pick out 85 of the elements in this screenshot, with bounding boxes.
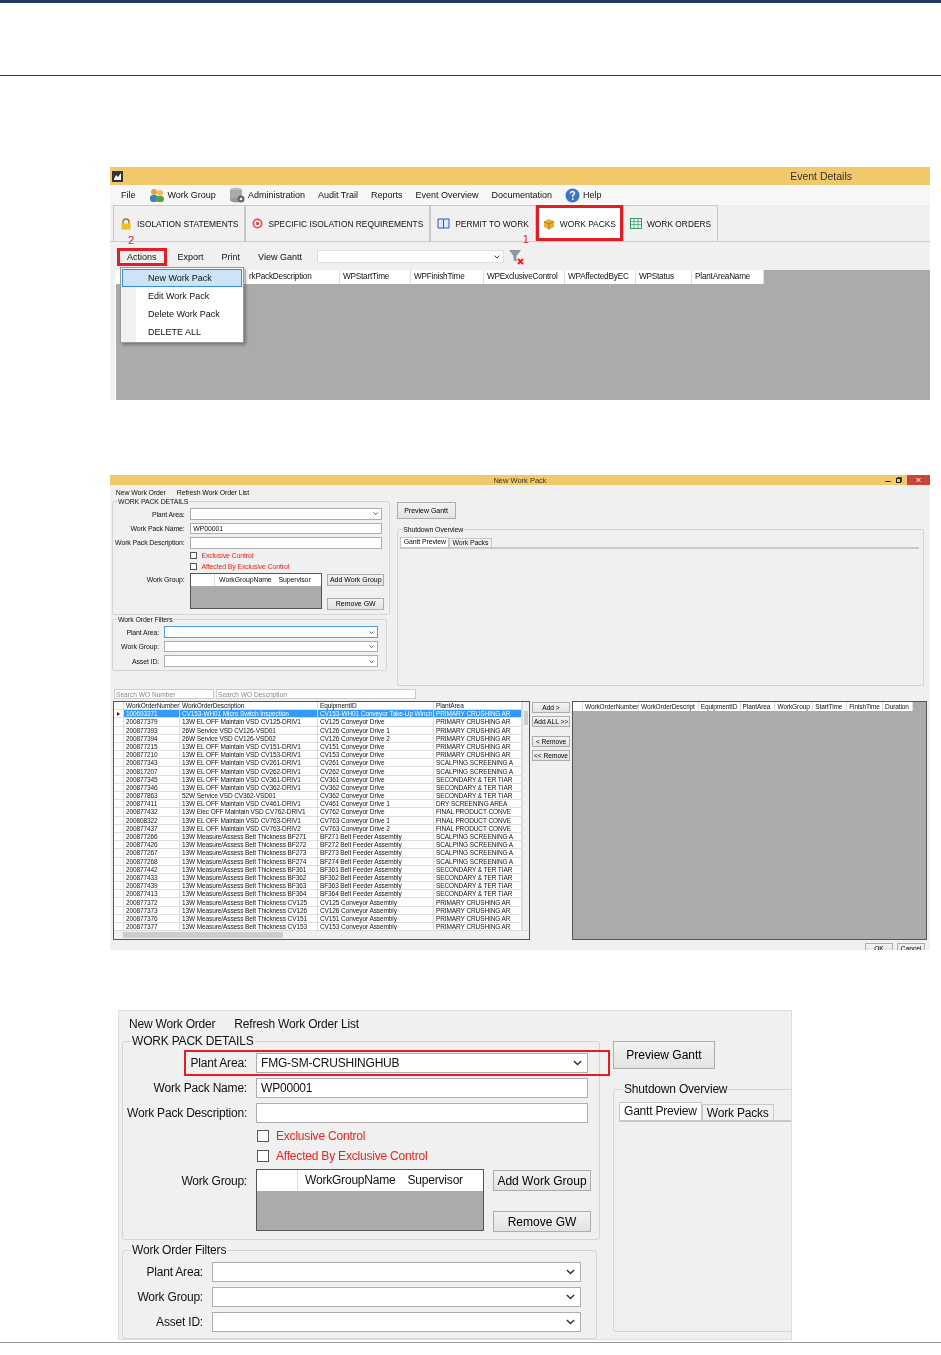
close-icon[interactable]: [907, 475, 930, 485]
caret-icon: [369, 645, 375, 649]
field-label: Plant Area:: [145, 1265, 203, 1279]
book-icon: [437, 218, 451, 229]
field-label: Work Group:: [180, 1174, 247, 1188]
caret-icon: [369, 659, 375, 663]
toolbar-button[interactable]: View Gantt: [251, 248, 309, 265]
menu-item[interactable]: File: [121, 190, 136, 200]
dropdown-field[interactable]: [164, 655, 379, 667]
menu-item[interactable]: Work Group: [148, 188, 216, 202]
text-field[interactable]: [189, 537, 383, 549]
menu-item[interactable]: Audit Trail: [317, 190, 358, 200]
tab[interactable]: SPECIFIC ISOLATION REQUIREMENTS: [245, 205, 431, 241]
checkbox[interactable]: [257, 1150, 269, 1162]
dropdown-field[interactable]: [212, 1312, 581, 1332]
column-header[interactable]: WPAffectedByEC: [565, 270, 636, 284]
menu-item[interactable]: New Work Pack: [122, 269, 242, 287]
field-label: Plant Area:: [189, 1056, 247, 1070]
window-title: Event Details: [790, 170, 852, 182]
field-label: Work Pack Name:: [152, 1081, 247, 1095]
menu-item[interactable]: Administration: [228, 187, 305, 203]
column-header[interactable]: WPExclusiveControl: [484, 270, 565, 284]
caret-icon: [373, 512, 379, 516]
toolbar-button[interactable]: Actions: [117, 247, 167, 266]
group-title: WORK PACK DETAILS: [131, 1034, 255, 1048]
scrollbar[interactable]: [522, 702, 529, 931]
menu-item[interactable]: Delete Work Pack: [122, 305, 242, 323]
scrollbar[interactable]: [114, 930, 529, 940]
menu-item[interactable]: Refresh Work Order List: [234, 1016, 359, 1031]
menu-item[interactable]: Edit Work Pack: [122, 287, 242, 305]
menu-item[interactable]: Reports: [370, 190, 403, 200]
field-label: Work Group:: [136, 1290, 203, 1304]
group-title: Shutdown Overview: [623, 1082, 729, 1096]
column-header[interactable]: Supervisor: [403, 1170, 467, 1191]
dropdown-field[interactable]: FMG-SM-CRUSHINGHUB: [256, 1053, 588, 1073]
button[interactable]: Add Work Group: [493, 1170, 591, 1191]
caret-icon: [566, 1319, 575, 1325]
caret-icon: [573, 1060, 582, 1066]
toolbar-button[interactable]: Export: [170, 248, 211, 265]
dropdown-field[interactable]: [164, 626, 379, 638]
menu-item[interactable]: DELETE ALL: [122, 323, 242, 341]
lock-icon: [120, 217, 132, 230]
toolbar-button[interactable]: Print: [214, 248, 248, 265]
menu-item[interactable]: New Work Order: [129, 1016, 216, 1031]
checkbox[interactable]: [257, 1130, 269, 1142]
menu-item[interactable]: Help: [565, 187, 602, 203]
dropdown-field[interactable]: [212, 1287, 581, 1307]
tab[interactable]: Work Packs: [701, 1104, 774, 1120]
restore-icon[interactable]: [896, 477, 902, 483]
column-header[interactable]: WPStartTime: [340, 270, 411, 284]
menu-item[interactable]: Documentation: [491, 190, 553, 200]
column-header[interactable]: WPStatus: [636, 270, 692, 284]
checkbox[interactable]: [190, 552, 198, 560]
text-field[interactable]: WP00001: [256, 1078, 588, 1098]
preview-button[interactable]: Preview Gantt: [613, 1041, 715, 1069]
caret-icon: [369, 630, 375, 634]
column-header[interactable]: rkPackDescription: [246, 270, 340, 284]
checkbox[interactable]: [190, 562, 198, 570]
checkbox-label: Affected By Exclusive Control: [276, 1149, 428, 1163]
dropdown-field[interactable]: [212, 1262, 581, 1282]
menu-item[interactable]: Event Overview: [415, 190, 479, 200]
tab[interactable]: WORK PACKS: [535, 205, 623, 241]
field-label: Work Pack Description:: [127, 1106, 247, 1120]
column-header[interactable]: WPFinishTime: [411, 270, 484, 284]
field-label: Asset ID:: [155, 1315, 203, 1329]
clear-filter-icon[interactable]: [507, 248, 524, 265]
box-icon: [542, 217, 555, 230]
caret-icon: [566, 1294, 575, 1300]
dropdown-field[interactable]: [164, 640, 379, 653]
button[interactable]: Remove GW: [493, 1211, 591, 1232]
caret-icon: [566, 1269, 575, 1275]
column-header[interactable]: WorkGroupName: [298, 1170, 404, 1191]
group-title: Work Order Filters: [131, 1243, 228, 1257]
dropdown-field[interactable]: [189, 508, 383, 520]
caret-icon: [493, 254, 500, 259]
tab[interactable]: Gantt Preview: [619, 1102, 702, 1120]
app-icon: [112, 170, 123, 182]
table-icon: [629, 218, 642, 229]
tab[interactable]: WORK ORDERS: [622, 205, 719, 241]
checkbox-label: Exclusive Control: [276, 1129, 366, 1143]
row-pointer-icon: [117, 711, 120, 716]
column-header[interactable]: PlantAreaName: [692, 270, 764, 284]
people-icon: [148, 188, 165, 202]
target-icon: [252, 218, 264, 229]
text-field[interactable]: [256, 1103, 588, 1123]
